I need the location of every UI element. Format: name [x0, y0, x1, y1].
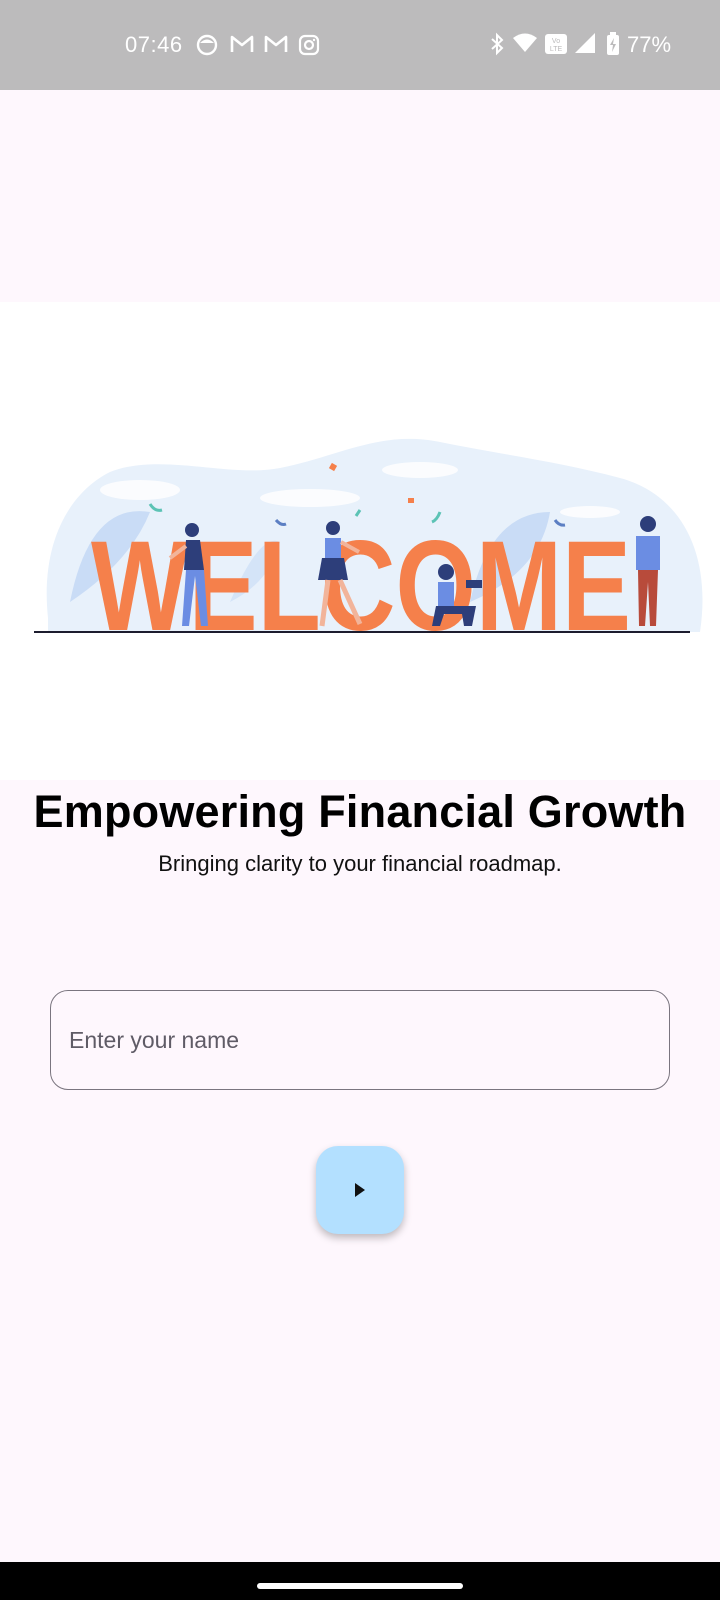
status-bar: 07:46 Vo LTE 77%: [0, 0, 720, 90]
svg-text:LTE: LTE: [550, 46, 563, 53]
welcome-letters: WELCOME: [91, 515, 631, 658]
signal-icon: [575, 33, 595, 53]
confetti: [408, 498, 414, 503]
status-time: 07:46: [125, 32, 183, 57]
volte-icon: Vo LTE: [545, 34, 567, 54]
cloud: [100, 480, 180, 500]
next-button[interactable]: [316, 1146, 404, 1234]
battery-icon: [607, 32, 619, 55]
navigation-bar: [0, 1562, 720, 1600]
cloud: [382, 462, 458, 478]
instagram-icon: [298, 34, 320, 56]
page-title: Empowering Financial Growth: [33, 786, 687, 837]
gmail-icon: [264, 35, 288, 52]
wifi-icon: [513, 33, 537, 52]
home-gesture-handle[interactable]: [257, 1583, 463, 1589]
svg-text:Vo: Vo: [552, 38, 560, 45]
cloud: [260, 489, 360, 507]
play-arrow-icon: [355, 1183, 365, 1197]
welcome-illustration: WELCOME: [0, 302, 720, 780]
gmail-icon: [230, 35, 254, 52]
name-input[interactable]: [50, 990, 670, 1090]
welcome-scene: WELCOME: [34, 438, 703, 658]
page-subtitle: Bringing clarity to your financial roadm…: [158, 851, 562, 876]
bluetooth-icon: [491, 32, 504, 56]
battery-percentage: 77%: [627, 32, 672, 57]
face-icon: [196, 34, 218, 56]
